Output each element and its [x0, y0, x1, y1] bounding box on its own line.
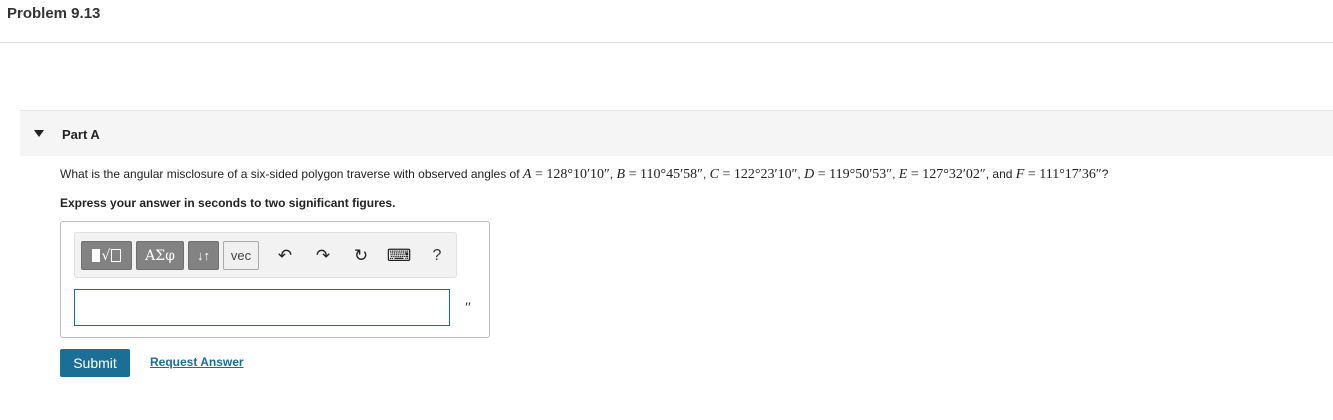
help-icon[interactable]: ? — [425, 243, 449, 269]
template-box-icon — [111, 249, 122, 262]
equals-sign: = — [1024, 167, 1040, 182]
angle-d-var: D — [804, 167, 815, 182]
equals-sign: = — [531, 167, 547, 182]
question-end: ? — [1101, 167, 1109, 181]
undo-icon[interactable]: ↶ — [273, 243, 297, 269]
request-answer-link[interactable]: Request Answer — [150, 355, 244, 369]
templates-button[interactable]: √ — [81, 241, 132, 270]
angle-c-var: C — [709, 167, 720, 182]
and-separator: , and — [985, 167, 1016, 181]
part-a-header[interactable]: Part A — [20, 110, 1333, 156]
angle-d: D = 119°50′53″ — [804, 167, 892, 182]
template-square-icon — [91, 249, 100, 262]
angle-d-value: 119°50′53″ — [829, 167, 893, 182]
equals-sign: = — [719, 167, 734, 182]
equals-sign: = — [907, 167, 923, 182]
angle-e: E = 127°32′02″ — [899, 167, 986, 182]
reset-icon[interactable]: ↻ — [349, 243, 373, 269]
answer-box: √ ΑΣφ ↓↑ vec ↶ ↷ ↻ ⌨ ? ″ — [60, 221, 490, 338]
angle-b-var: B — [616, 167, 626, 182]
vector-button[interactable]: vec — [223, 241, 259, 270]
angle-a: A = 128°10′10″ — [523, 167, 610, 182]
separator: , — [892, 167, 899, 181]
caret-down-icon[interactable] — [34, 130, 44, 137]
arrows-button[interactable]: ↓↑ — [188, 241, 219, 270]
page-title: Problem 9.13 — [7, 5, 101, 22]
submit-button[interactable]: Submit — [60, 349, 130, 377]
part-label: Part A — [62, 127, 100, 142]
radical-icon: √ — [101, 247, 111, 264]
header-divider — [0, 42, 1333, 43]
equals-sign: = — [625, 167, 641, 182]
answer-input[interactable] — [74, 289, 450, 326]
angle-b: B = 110°45′58″ — [617, 167, 703, 182]
angle-e-value: 127°32′02″ — [922, 167, 986, 182]
question-text: What is the angular misclosure of a six-… — [60, 167, 1108, 183]
redo-icon[interactable]: ↷ — [311, 243, 335, 269]
angle-f-value: 111°17′36″ — [1039, 167, 1102, 182]
keyboard-icon[interactable]: ⌨ — [387, 243, 412, 269]
angle-f: F = 111°17′36″ — [1016, 167, 1102, 182]
separator: , — [609, 167, 617, 181]
question-lead: What is the angular misclosure of a six-… — [60, 167, 523, 181]
angle-c-value: 122°23′10″ — [733, 167, 798, 182]
equals-sign: = — [814, 167, 830, 182]
separator: , — [703, 167, 710, 181]
math-toolbar: √ ΑΣφ ↓↑ vec ↶ ↷ ↻ ⌨ ? — [74, 232, 457, 278]
angle-b-value: 110°45′58″ — [640, 167, 703, 182]
unit-label: ″ — [465, 300, 472, 316]
answer-instruction: Express your answer in seconds to two si… — [60, 196, 396, 210]
angle-c: C = 122°23′10″ — [710, 167, 798, 182]
angle-a-value: 128°10′10″ — [546, 167, 610, 182]
greek-symbols-button[interactable]: ΑΣφ — [136, 241, 184, 270]
